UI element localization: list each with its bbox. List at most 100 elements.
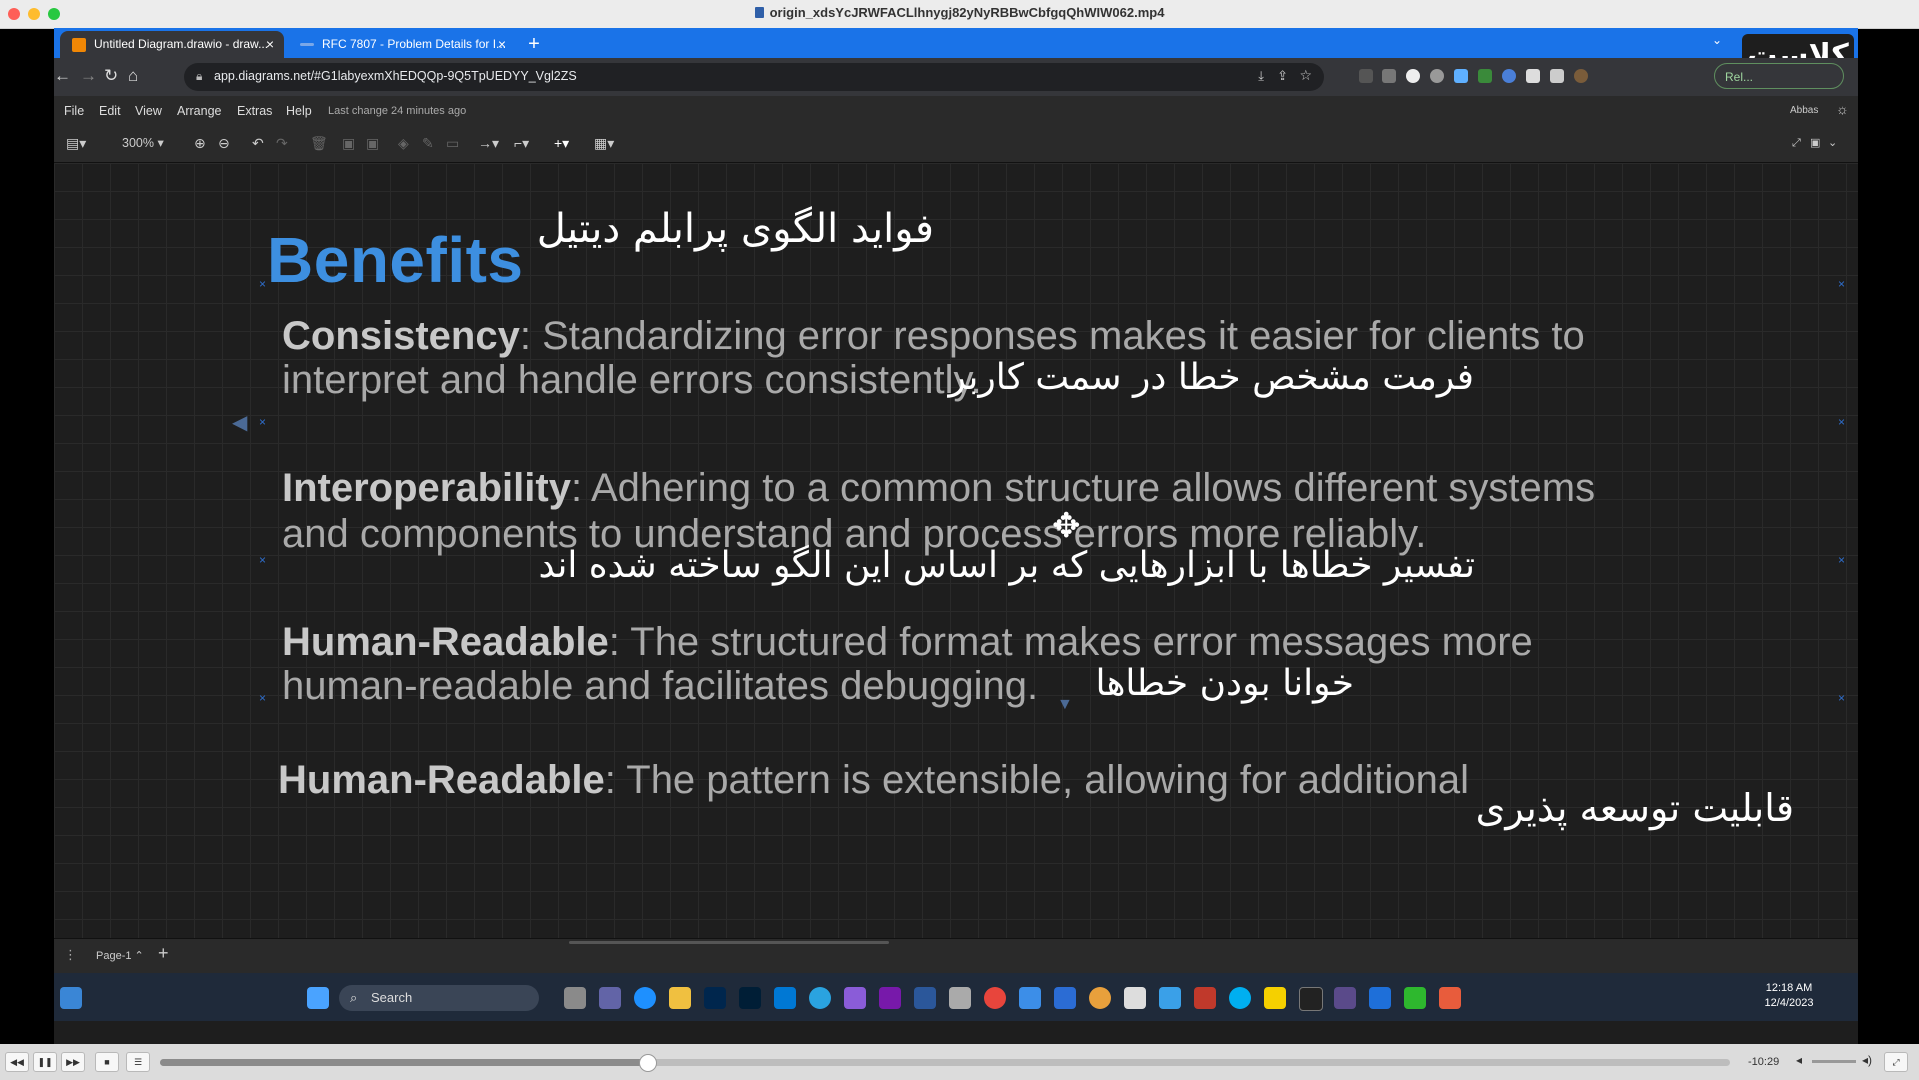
terminal-icon[interactable] <box>1299 987 1323 1011</box>
shadow-icon[interactable]: ▭ <box>446 135 459 151</box>
theme-icon[interactable]: ☼ <box>1836 101 1849 117</box>
selection-handle[interactable]: × <box>259 278 266 290</box>
zoom-in-icon[interactable]: ⊕ <box>194 135 206 151</box>
app-icon[interactable] <box>1334 987 1356 1009</box>
tab-rfc7807[interactable]: RFC 7807 - Problem Details for I... × <box>288 31 516 58</box>
vscode-icon[interactable] <box>774 987 796 1009</box>
delete-icon[interactable]: 🗑︎ <box>310 135 328 151</box>
onenote-icon[interactable] <box>879 987 901 1009</box>
menu-help[interactable]: Help <box>286 104 312 118</box>
selection-handle[interactable]: × <box>1838 692 1845 704</box>
start-icon[interactable] <box>307 987 329 1009</box>
panel-toggle-icon[interactable]: ▣ <box>1810 135 1820 151</box>
table-icon[interactable]: ▦▾ <box>594 135 614 151</box>
pages-menu-icon[interactable]: ⋮ <box>64 947 77 963</box>
sticky-notes-icon[interactable] <box>1264 987 1286 1009</box>
close-tab-icon[interactable]: × <box>498 31 506 58</box>
selection-handle[interactable]: × <box>1838 554 1845 566</box>
taskbar-clock[interactable]: 12:18 AM 12/4/2023 <box>1754 981 1824 1011</box>
format-panel-icon[interactable]: ▤▾ <box>66 135 86 151</box>
menu-arrange[interactable]: Arrange <box>177 104 221 118</box>
share-icon[interactable]: ⇪ <box>1277 68 1288 84</box>
app-icon[interactable] <box>1054 987 1076 1009</box>
pause-button[interactable]: ❚❚ <box>33 1052 57 1072</box>
new-tab-button[interactable]: + <box>522 31 546 58</box>
fast-forward-button[interactable]: ▶▶ <box>61 1052 85 1072</box>
address-bar[interactable]: 🔒︎ app.diagrams.net/#G1labyexmXhEDQQp-9Q… <box>184 63 1324 91</box>
recorder-icon[interactable] <box>1439 987 1461 1009</box>
audition-icon[interactable] <box>704 987 726 1009</box>
waypoints-icon[interactable]: ⌐▾ <box>514 135 529 151</box>
selection-handle[interactable]: × <box>259 554 266 566</box>
extension-icon[interactable] <box>1478 69 1492 83</box>
tab-drawio[interactable]: Untitled Diagram.drawio - draw... × <box>60 31 284 58</box>
progress-bar[interactable] <box>160 1054 1730 1072</box>
chrome-canary-icon[interactable] <box>1089 987 1111 1009</box>
connect-arrow-down-icon[interactable]: ▼ <box>1057 696 1073 714</box>
profile-avatar[interactable] <box>1574 69 1588 83</box>
selection-handle[interactable]: × <box>1838 278 1845 290</box>
connect-arrow-icon[interactable]: ◀ <box>232 410 247 435</box>
last-change-status[interactable]: Last change 24 minutes ago <box>328 105 466 117</box>
progress-knob[interactable] <box>638 1054 657 1072</box>
selection-handle[interactable]: × <box>1838 416 1845 428</box>
sidepanel-icon[interactable] <box>1550 69 1564 83</box>
to-front-icon[interactable]: ▣ <box>342 135 355 151</box>
camtasia-icon[interactable] <box>1404 987 1426 1009</box>
to-back-icon[interactable]: ▣ <box>366 135 379 151</box>
selection-handle[interactable]: × <box>259 416 266 428</box>
playlist-button[interactable]: ☰ <box>126 1052 150 1072</box>
todo-icon[interactable] <box>1019 987 1041 1009</box>
extension-icon[interactable] <box>1430 69 1444 83</box>
close-tab-icon[interactable]: × <box>266 31 274 58</box>
word-icon[interactable] <box>914 987 936 1009</box>
paint-icon[interactable] <box>1159 987 1181 1009</box>
selection-handle[interactable]: × <box>259 692 266 704</box>
volume-slider[interactable] <box>1812 1060 1856 1063</box>
tab-search-icon[interactable]: ⌄ <box>1712 33 1722 47</box>
collapse-icon[interactable]: ⌄ <box>1828 135 1837 151</box>
telegram-icon[interactable] <box>809 987 831 1009</box>
undo-icon[interactable]: ↶ <box>252 135 264 151</box>
remote-desktop-icon[interactable] <box>1369 987 1391 1009</box>
taskbar-search[interactable]: ⌕ Search <box>339 985 539 1011</box>
extension-icon[interactable] <box>1502 69 1516 83</box>
extension-icon[interactable] <box>1454 69 1468 83</box>
insert-icon[interactable]: +▾ <box>554 135 569 151</box>
volume-high-icon[interactable]: ◂) <box>1862 1053 1872 1067</box>
task-view-icon[interactable] <box>564 987 586 1009</box>
extension-icon[interactable] <box>1382 69 1396 83</box>
rewind-button[interactable]: ◀◀ <box>5 1052 29 1072</box>
skype-icon[interactable] <box>1229 987 1251 1009</box>
file-explorer-icon[interactable] <box>669 987 691 1009</box>
reload-icon[interactable]: ↻ <box>104 67 118 85</box>
horizontal-scrollbar[interactable] <box>569 941 889 944</box>
install-icon[interactable]: ⤓ <box>1258 68 1264 84</box>
stop-button[interactable]: ■ <box>95 1052 119 1072</box>
puzzle-icon[interactable] <box>1526 69 1540 83</box>
user-menu[interactable]: Abbas <box>1790 105 1818 116</box>
diagram-canvas[interactable]: Benefits فواید الگوی پرابلم دیتیل Consis… <box>54 163 1858 938</box>
home-icon[interactable]: ⌂ <box>128 67 138 85</box>
forward-icon[interactable]: → <box>80 67 97 85</box>
menu-file[interactable]: File <box>64 104 84 118</box>
zoom-select[interactable]: 300% ▾ <box>122 135 164 151</box>
relaunch-button[interactable]: Rel... <box>1714 63 1844 89</box>
add-page-button[interactable]: + <box>158 943 169 964</box>
fill-color-icon[interactable]: ◈ <box>398 135 409 151</box>
back-icon[interactable]: ← <box>54 67 71 85</box>
extension-icon[interactable] <box>1406 69 1420 83</box>
photoshop-icon[interactable] <box>739 987 761 1009</box>
fullscreen-button[interactable]: ⤢ <box>1884 1052 1908 1072</box>
zoom-out-icon[interactable]: ⊖ <box>218 135 230 151</box>
connection-icon[interactable]: →▾ <box>478 135 499 151</box>
visual-studio-icon[interactable] <box>844 987 866 1009</box>
line-color-icon[interactable]: ✎ <box>422 135 434 151</box>
volume-low-icon[interactable]: ◂ <box>1796 1053 1802 1067</box>
menu-extras[interactable]: Extras <box>237 104 272 118</box>
redo-icon[interactable]: ↷ <box>276 135 288 151</box>
snipping-icon[interactable] <box>1124 987 1146 1009</box>
extension-icon[interactable] <box>1359 69 1373 83</box>
teams-icon[interactable] <box>599 987 621 1009</box>
widgets-icon[interactable] <box>60 987 82 1009</box>
